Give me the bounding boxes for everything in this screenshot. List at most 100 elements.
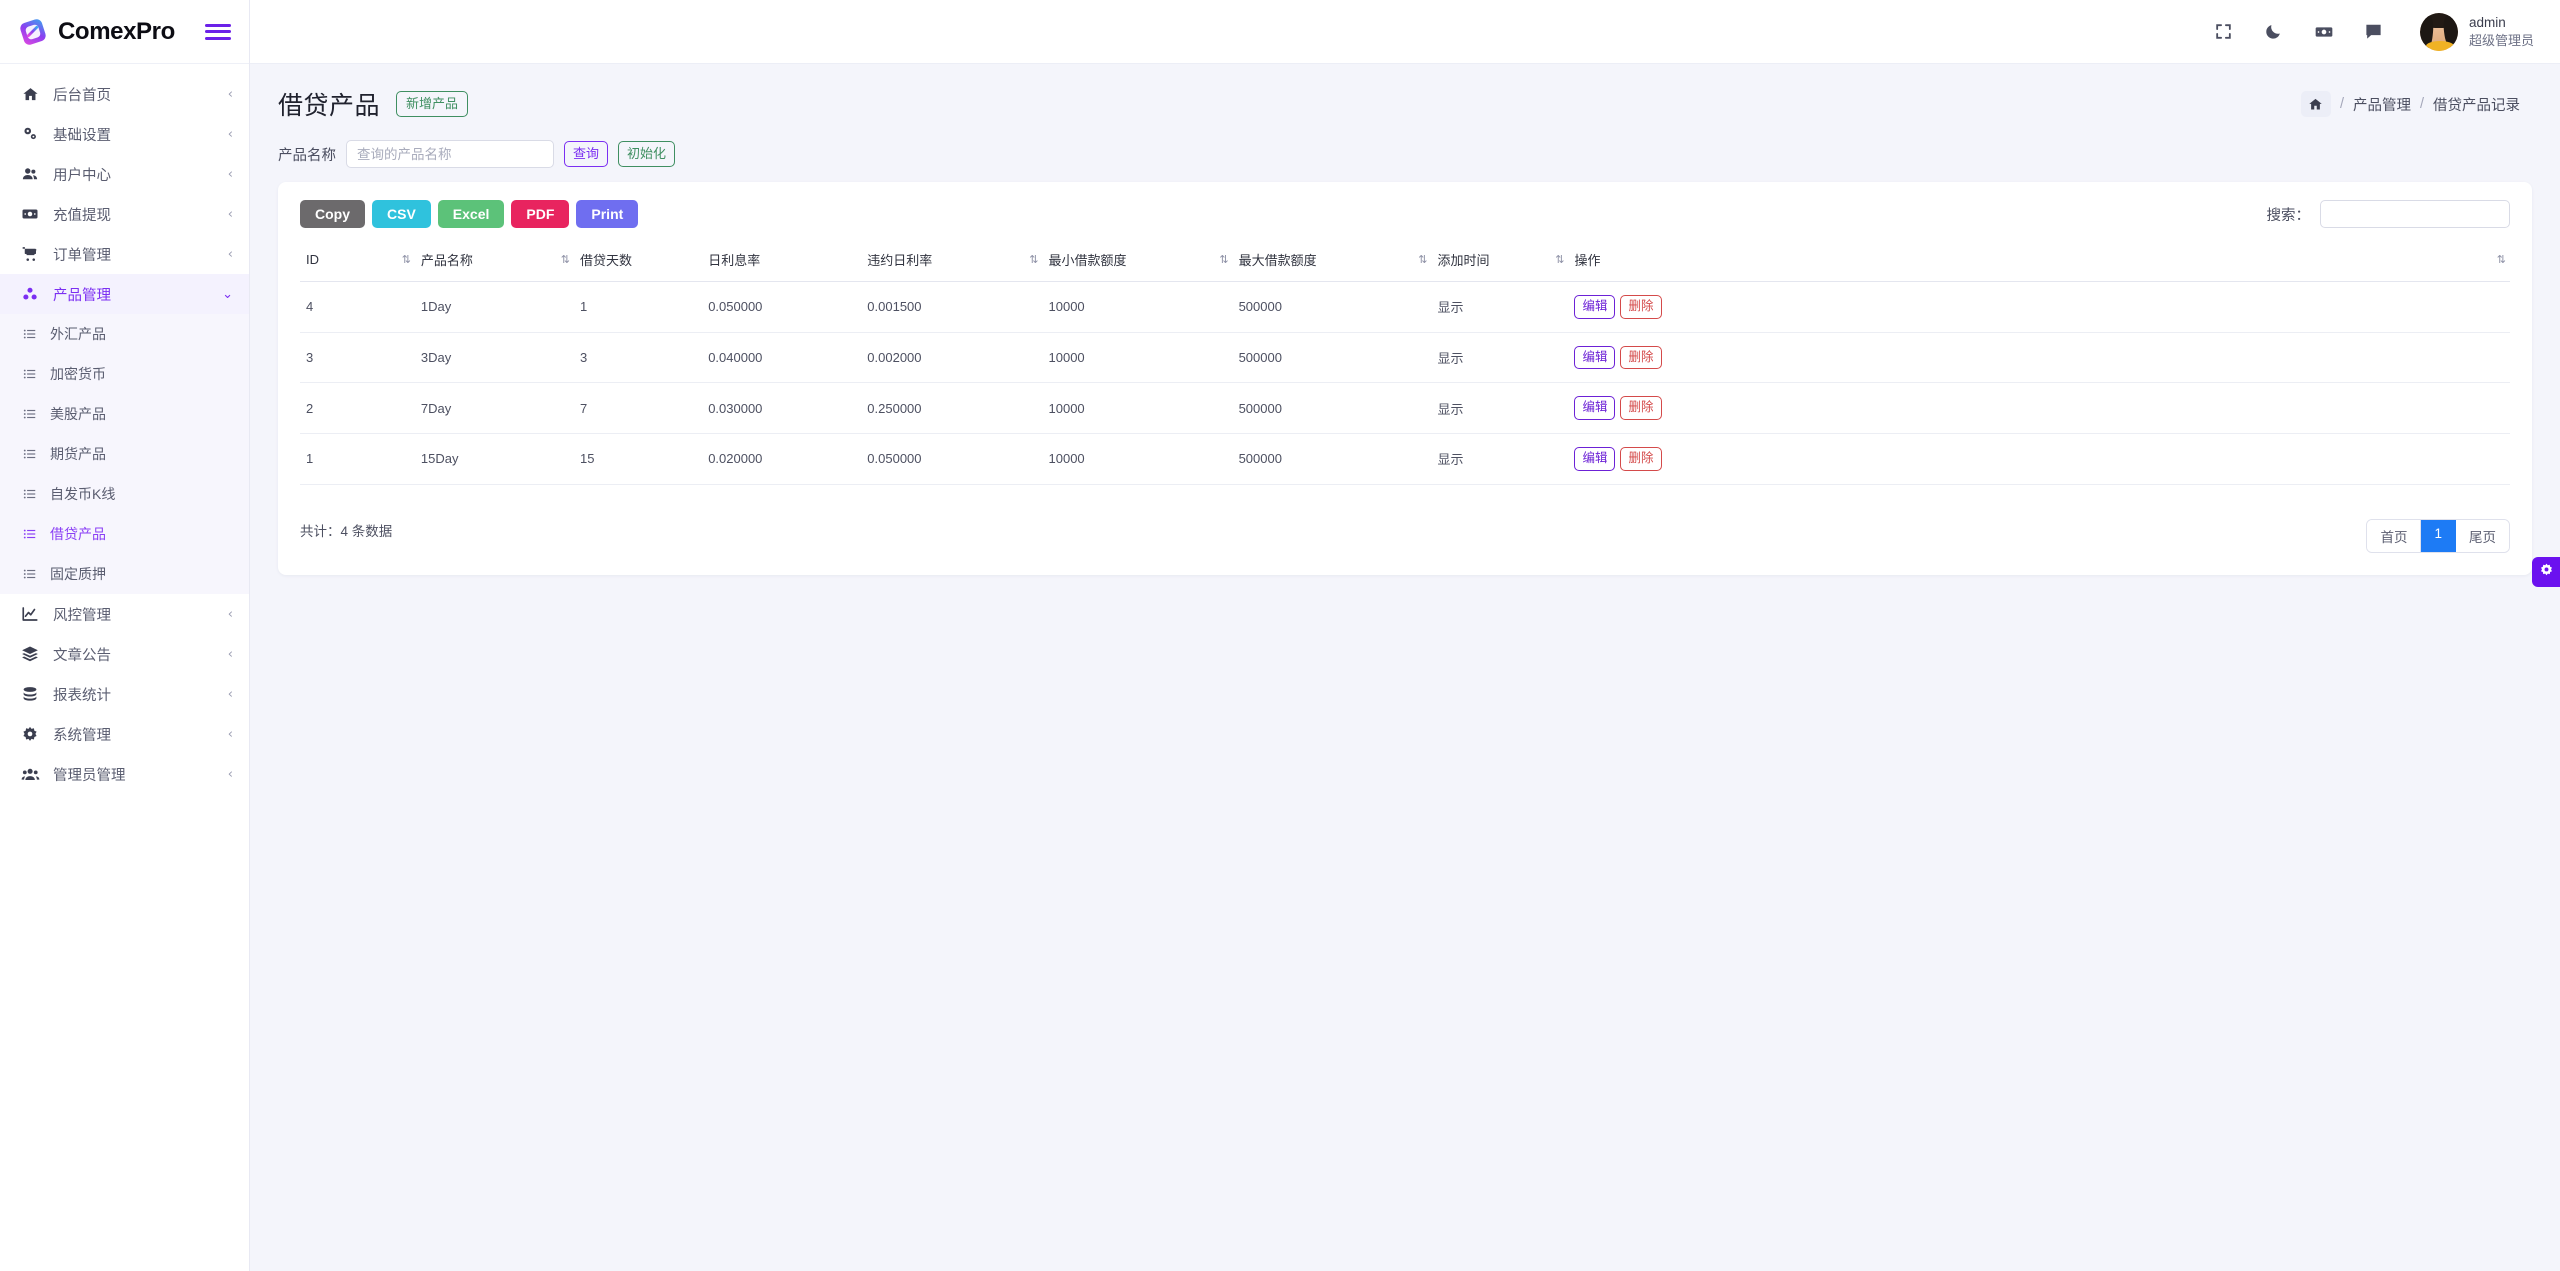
- cell-max-amount: 500000: [1232, 281, 1432, 333]
- cell-loan-days: 3: [574, 332, 703, 384]
- submenu-item-loan-products[interactable]: 借贷产品: [0, 514, 249, 554]
- sidebar-item-label: 管理员管理: [53, 767, 126, 784]
- table-toolbar: Copy CSV Excel PDF Print 搜索：: [300, 200, 2510, 228]
- money-icon: [20, 204, 40, 224]
- excel-button[interactable]: Excel: [437, 200, 505, 228]
- submenu-item-crypto[interactable]: 加密货币: [0, 354, 249, 394]
- col-penalty-rate[interactable]: 违约日利率 ⇅: [861, 242, 1043, 282]
- product-name-input[interactable]: [346, 140, 554, 168]
- sidebar-item-system-management[interactable]: 系统管理 ‹: [0, 714, 249, 754]
- sidebar: ComexPro 后台首页 ‹ 基础设置 ‹ 用户中心 ‹ 充值提现 ‹ 订单管…: [0, 0, 250, 1271]
- col-product-name[interactable]: 产品名称 ⇅: [414, 242, 575, 282]
- breadcrumb-item-product-management[interactable]: 产品管理: [2353, 94, 2411, 115]
- sidebar-item-reports[interactable]: 报表统计 ‹: [0, 674, 249, 714]
- fullscreen-icon[interactable]: [2212, 20, 2236, 44]
- edit-button[interactable]: 编辑: [1574, 345, 1616, 370]
- submenu-item-label: 加密货币: [50, 366, 106, 382]
- home-icon: [20, 84, 40, 104]
- sidebar-item-product-management[interactable]: 产品管理 ⌄: [0, 274, 249, 314]
- col-created-time[interactable]: 添加时间 ⇅: [1431, 242, 1569, 282]
- submenu-item-forex[interactable]: 外汇产品: [0, 314, 249, 354]
- sidebar-item-order-management[interactable]: 订单管理 ‹: [0, 234, 249, 274]
- app-root: ComexPro 后台首页 ‹ 基础设置 ‹ 用户中心 ‹ 充值提现 ‹ 订单管…: [0, 0, 2560, 1271]
- user-menu[interactable]: admin 超级管理员: [2419, 12, 2534, 51]
- edit-button[interactable]: 编辑: [1574, 295, 1616, 319]
- submenu-item-fixed-pledge[interactable]: 固定质押: [0, 554, 249, 594]
- filter-bar: 产品名称 查询 初始化: [250, 138, 2560, 182]
- breadcrumb-item-current: 借贷产品记录: [2433, 97, 2520, 114]
- cell-id: 3: [300, 332, 415, 384]
- gears-icon: [20, 124, 40, 144]
- submenu-item-us-stocks[interactable]: 美股产品: [0, 394, 249, 434]
- sidebar-item-deposit-withdraw[interactable]: 充值提现 ‹: [0, 194, 249, 234]
- dark-mode-moon-icon[interactable]: [2262, 20, 2286, 44]
- cell-created-show-link[interactable]: 显示: [1431, 281, 1569, 333]
- submenu-item-self-coin-kline[interactable]: 自发币K线: [0, 474, 249, 514]
- sort-icon: ⇅: [1029, 253, 1038, 266]
- print-button[interactable]: Print: [576, 200, 639, 228]
- table-header-row: ID ⇅ 产品名称 ⇅ 借贷天数 日利息率 违约日利率 ⇅ 最小借款额度 ⇅ 最大借款额…: [300, 242, 2510, 282]
- sidebar-item-basic-settings[interactable]: 基础设置 ‹: [0, 114, 249, 154]
- gear-icon: [20, 724, 40, 744]
- col-loan-days[interactable]: 借贷天数: [574, 242, 703, 282]
- total-count-text: 共计：4 条数据: [300, 523, 393, 539]
- query-button[interactable]: 查询: [564, 140, 609, 168]
- table-head: ID ⇅ 产品名称 ⇅ 借贷天数 日利息率 违约日利率 ⇅ 最小借款额度 ⇅ 最大借款额…: [300, 242, 2510, 282]
- sidebar-item-articles[interactable]: 文章公告 ‹: [0, 634, 249, 674]
- delete-button[interactable]: 删除: [1620, 345, 1662, 370]
- cell-max-amount: 500000: [1232, 433, 1432, 485]
- edit-button[interactable]: 编辑: [1574, 396, 1616, 420]
- pagination-first[interactable]: 首页: [2367, 519, 2422, 552]
- copy-button[interactable]: Copy: [300, 200, 365, 228]
- money-icon[interactable]: [2312, 20, 2336, 44]
- sidebar-item-label: 后台首页: [53, 87, 111, 104]
- sidebar-item-home[interactable]: 后台首页 ‹: [0, 74, 249, 114]
- home-icon[interactable]: [2300, 91, 2331, 117]
- delete-button[interactable]: 删除: [1620, 396, 1662, 420]
- cell-product-name: 7Day: [414, 382, 575, 434]
- sidebar-item-user-center[interactable]: 用户中心 ‹: [0, 154, 249, 194]
- chevron-left-icon: ‹: [227, 246, 233, 262]
- delete-button[interactable]: 删除: [1620, 295, 1662, 319]
- pdf-button[interactable]: PDF: [511, 200, 570, 228]
- col-min-amount[interactable]: 最小借款额度 ⇅: [1042, 242, 1233, 282]
- submenu-item-label: 借贷产品: [50, 526, 106, 542]
- table-body: 4 1Day 1 0.050000 0.001500 10000 500000 …: [300, 281, 2510, 485]
- sidebar-item-admin-management[interactable]: 管理员管理 ‹: [0, 754, 249, 794]
- cell-actions: 编辑 删除: [1568, 433, 2510, 485]
- breadcrumb-separator: /: [2339, 96, 2344, 112]
- settings-fab-button[interactable]: [2532, 557, 2560, 587]
- reset-button[interactable]: 初始化: [618, 140, 676, 168]
- edit-button[interactable]: 编辑: [1574, 446, 1616, 471]
- delete-button[interactable]: 删除: [1620, 446, 1662, 471]
- cell-created-show-link[interactable]: 显示: [1431, 433, 1569, 485]
- topbar: admin 超级管理员: [250, 0, 2560, 64]
- sidebar-item-label: 充值提现: [53, 207, 111, 224]
- submenu-item-futures[interactable]: 期货产品: [0, 434, 249, 474]
- cubes-icon: [20, 284, 40, 304]
- cell-penalty-rate: 0.250000: [861, 382, 1043, 434]
- pagination-page-1[interactable]: 1: [2421, 519, 2456, 552]
- cell-created-show-link[interactable]: 显示: [1431, 332, 1569, 384]
- new-product-button[interactable]: 新增产品: [396, 90, 469, 118]
- cell-min-amount: 10000: [1042, 433, 1233, 485]
- col-max-amount[interactable]: 最大借款额度 ⇅: [1232, 242, 1432, 282]
- csv-button[interactable]: CSV: [372, 200, 431, 228]
- table-search-input[interactable]: [2320, 200, 2510, 228]
- pagination-last[interactable]: 尾页: [2456, 519, 2509, 552]
- chat-icon[interactable]: [2362, 20, 2386, 44]
- col-actions[interactable]: 操作 ⇅: [1568, 242, 2510, 282]
- cell-daily-rate: 0.020000: [702, 433, 862, 485]
- cell-max-amount: 500000: [1232, 332, 1432, 384]
- sidebar-item-label: 订单管理: [53, 247, 111, 264]
- col-daily-rate[interactable]: 日利息率: [702, 242, 862, 282]
- main-area: admin 超级管理员 借贷产品 新增产品 / 产品管理 / 借贷产品记录 产品…: [250, 0, 2560, 1271]
- submenu-item-label: 外汇产品: [50, 326, 106, 342]
- cell-created-show-link[interactable]: 显示: [1431, 382, 1569, 434]
- hamburger-icon[interactable]: [205, 22, 231, 42]
- sidebar-item-risk-control[interactable]: 风控管理 ‹: [0, 594, 249, 634]
- user-group-icon: [20, 764, 40, 784]
- cell-id: 1: [300, 433, 415, 485]
- cell-loan-days: 15: [574, 433, 703, 485]
- col-id[interactable]: ID ⇅: [300, 242, 415, 282]
